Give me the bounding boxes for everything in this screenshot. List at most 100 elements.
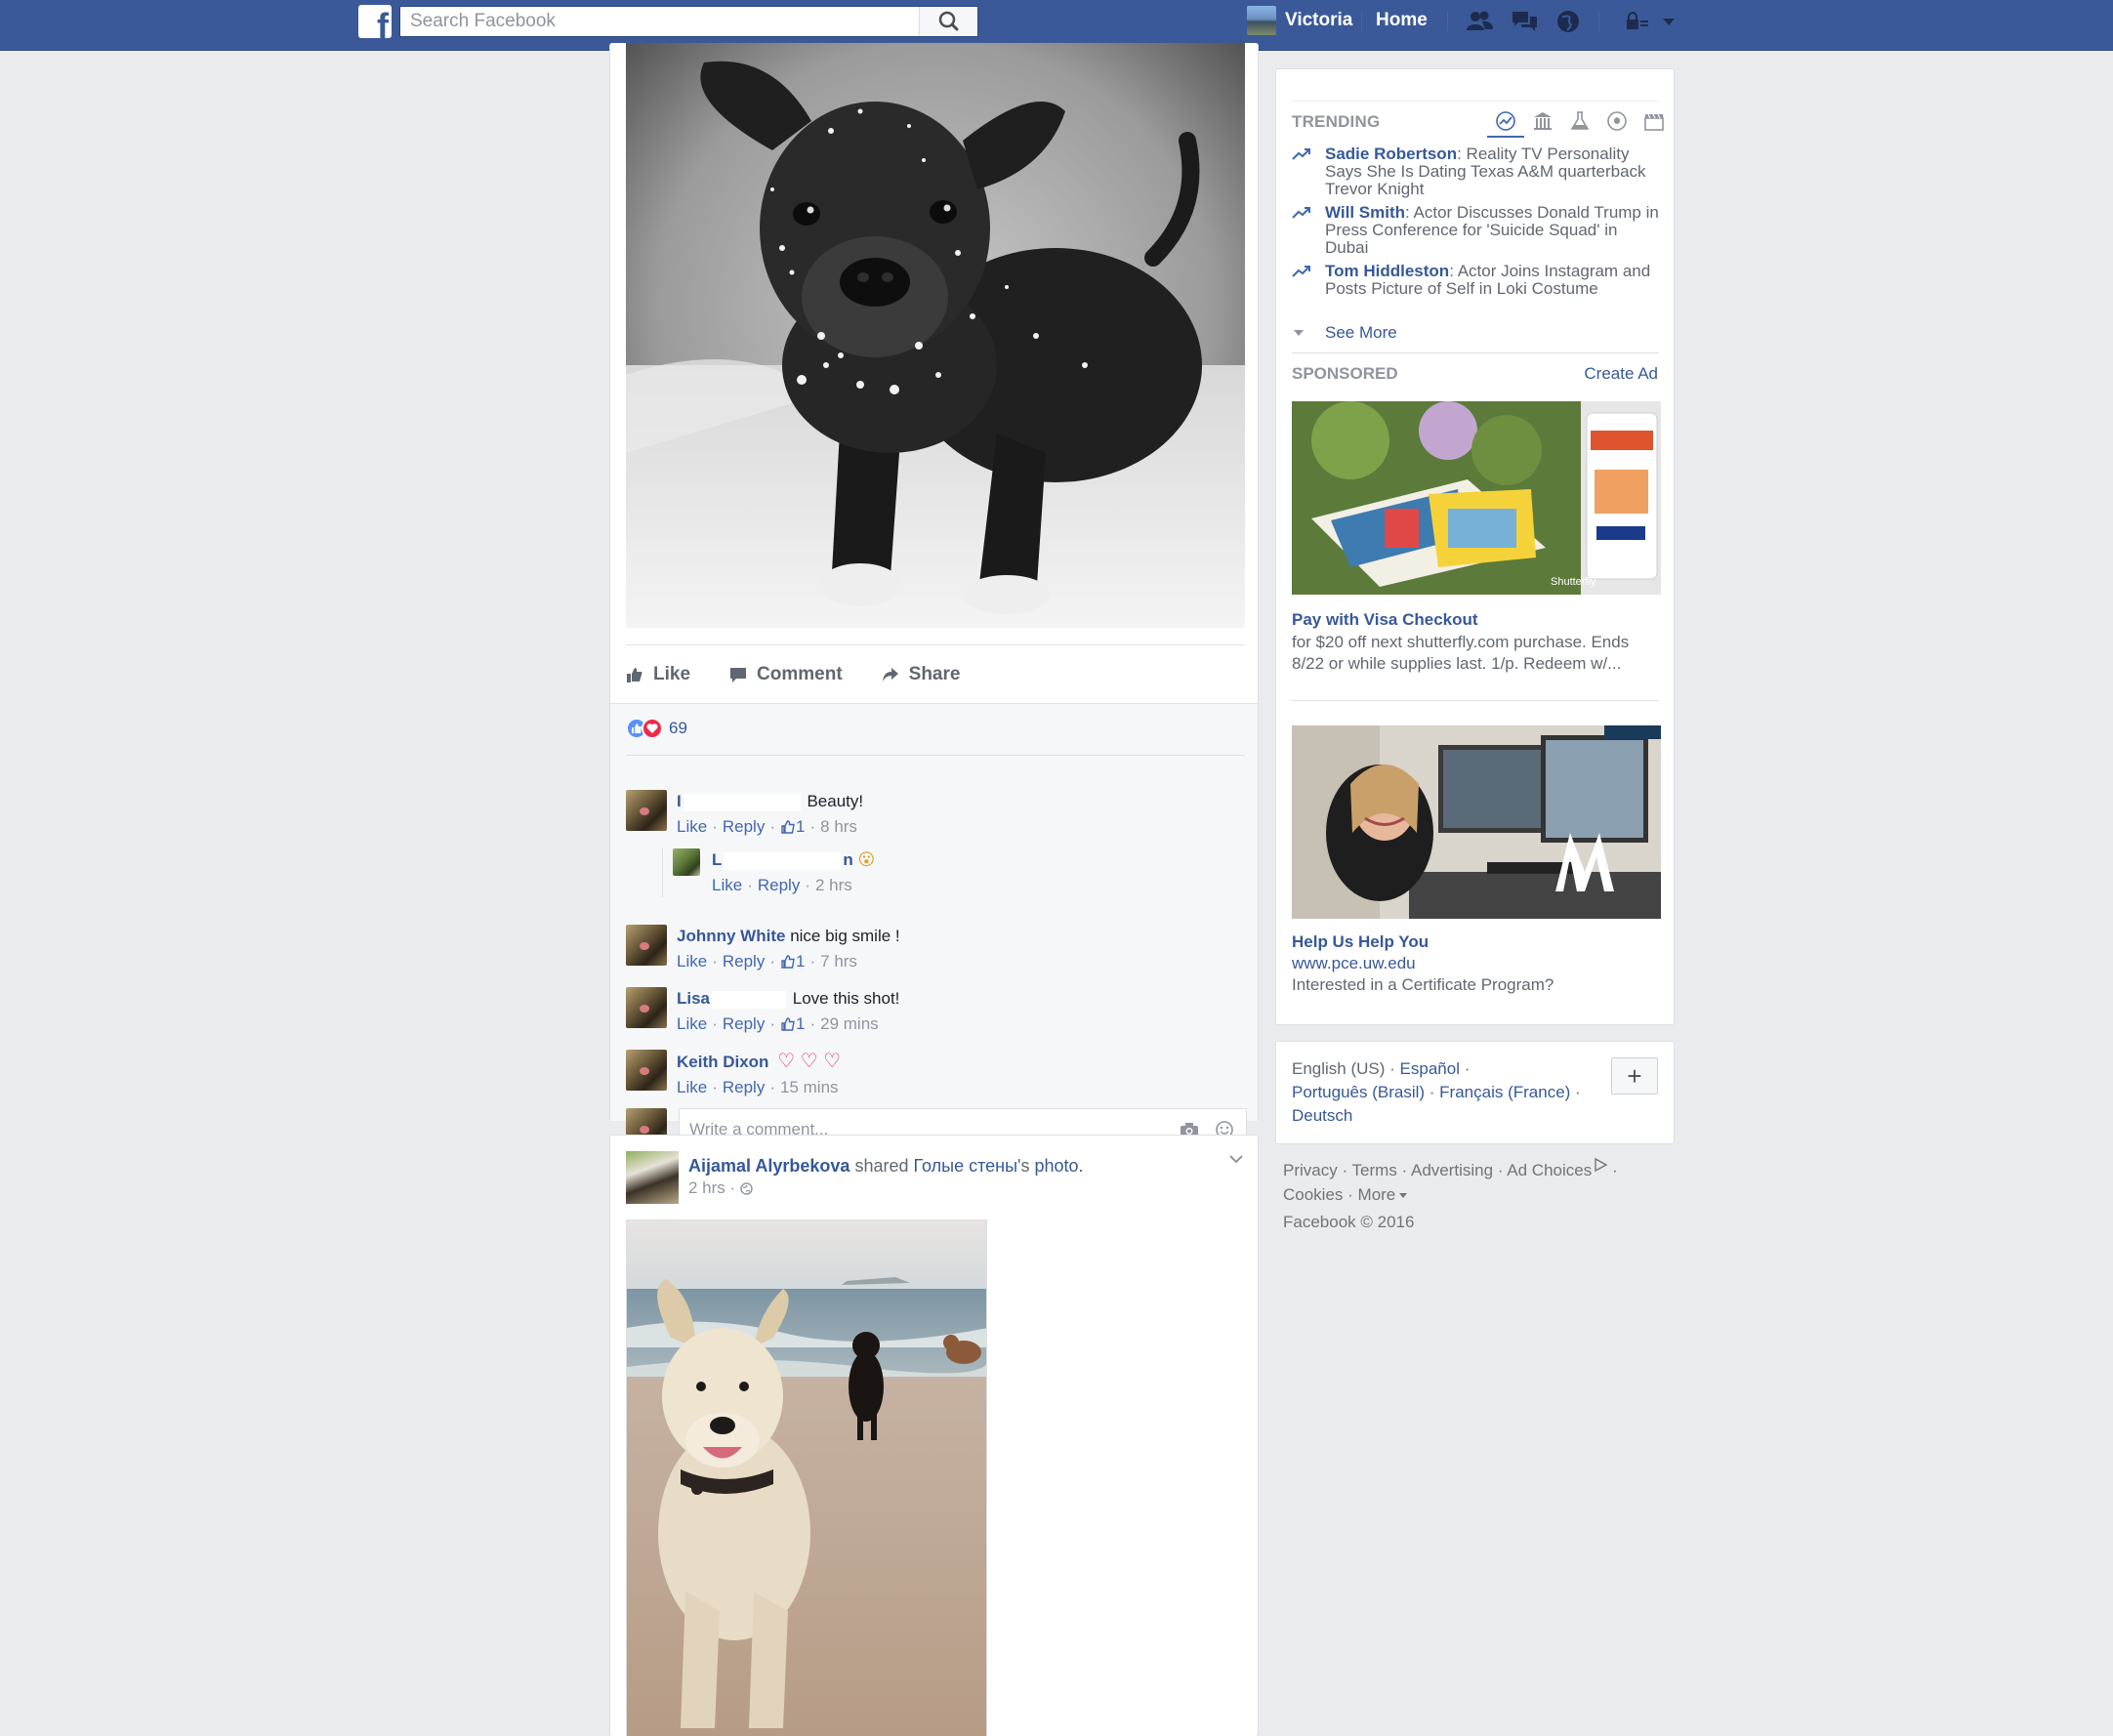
comment-like-link[interactable]: Like bbox=[677, 950, 707, 973]
ad-title[interactable]: Pay with Visa Checkout bbox=[1292, 610, 1478, 630]
friend-requests-icon[interactable] bbox=[1465, 9, 1494, 34]
thumbs-up-outline-icon bbox=[781, 955, 795, 969]
search-box bbox=[399, 6, 978, 37]
post-options-chevron-icon[interactable] bbox=[1228, 1153, 1244, 1165]
tab-top-trends[interactable] bbox=[1487, 110, 1524, 138]
reply-emoji: 😮 bbox=[857, 850, 876, 869]
reply-reply-link[interactable]: Reply bbox=[758, 874, 800, 897]
comment-meta: Like · Reply · 15 mins bbox=[677, 1076, 841, 1099]
more-languages-button[interactable]: + bbox=[1611, 1057, 1658, 1095]
tab-science[interactable] bbox=[1561, 110, 1598, 138]
facebook-logo[interactable]: f bbox=[358, 5, 392, 38]
shared-photo-link[interactable]: photo. bbox=[1035, 1156, 1084, 1176]
trending-topic-name[interactable]: Tom Hiddleston bbox=[1325, 262, 1449, 280]
share-button[interactable]: Share bbox=[882, 664, 960, 685]
comment-like-link[interactable]: Like bbox=[677, 815, 707, 839]
trending-item[interactable]: Tom Hiddleston: Actor Joins Instagram an… bbox=[1292, 263, 1659, 317]
trending-topic-name[interactable]: Sadie Robertson bbox=[1325, 145, 1457, 163]
footer-link-ad-choices[interactable]: Ad Choices bbox=[1507, 1161, 1592, 1179]
home-link[interactable]: Home bbox=[1376, 10, 1428, 31]
comment-like-link[interactable]: Like bbox=[677, 1013, 707, 1036]
ad-image-shutterfly[interactable]: Shutterfly bbox=[1292, 401, 1661, 595]
language-option[interactable]: Deutsch bbox=[1292, 1106, 1352, 1125]
commenter-name[interactable]: Lisa bbox=[677, 989, 710, 1008]
shared-word: shared bbox=[854, 1156, 909, 1176]
footer-link-cookies[interactable]: Cookies bbox=[1283, 1185, 1343, 1204]
comment-button[interactable]: Comment bbox=[729, 664, 843, 685]
comment-reply-link[interactable]: Reply bbox=[723, 950, 765, 973]
comment-time[interactable]: 29 mins bbox=[820, 1013, 879, 1036]
reaction-count: 69 bbox=[669, 719, 687, 737]
comment-time[interactable]: 7 hrs bbox=[820, 950, 857, 973]
tab-entertainment[interactable] bbox=[1636, 110, 1673, 138]
author-name[interactable]: Aijamal Alyrbekova bbox=[688, 1156, 849, 1176]
comment-reply-link[interactable]: Reply bbox=[723, 1013, 765, 1036]
profile-link[interactable]: Victoria bbox=[1247, 6, 1352, 35]
comment-meta: Like · Reply · 1 · 7 hrs bbox=[677, 950, 900, 973]
language-option[interactable]: Português (Brasil) bbox=[1292, 1083, 1425, 1101]
like-button[interactable]: Like bbox=[626, 664, 690, 685]
account-menu-chevron-icon[interactable] bbox=[1654, 9, 1683, 34]
comment-time[interactable]: 8 hrs bbox=[820, 815, 857, 839]
commenter-avatar[interactable] bbox=[626, 925, 667, 966]
soccer-ball-icon bbox=[1607, 111, 1627, 131]
footer-link-terms[interactable]: Terms bbox=[1352, 1161, 1397, 1179]
comment-icon bbox=[730, 667, 747, 682]
comment-reply-link[interactable]: Reply bbox=[723, 815, 765, 839]
search-button[interactable] bbox=[919, 7, 977, 36]
dog-photo-image bbox=[626, 43, 1245, 628]
trending-item[interactable]: Will Smith: Actor Discusses Donald Trump… bbox=[1292, 204, 1659, 259]
see-more-trending-link[interactable]: See More bbox=[1292, 323, 1397, 343]
post-photo-dog-in-snow[interactable] bbox=[626, 43, 1245, 628]
commenter-name[interactable]: Keith Dixon bbox=[677, 1053, 768, 1071]
create-ad-link[interactable]: Create Ad bbox=[1584, 364, 1658, 384]
comment-reply-link[interactable]: Reply bbox=[723, 1076, 765, 1099]
trending-category-tabs bbox=[1487, 110, 1673, 138]
public-globe-icon bbox=[740, 1181, 753, 1195]
search-input[interactable] bbox=[400, 7, 920, 36]
comment-time[interactable]: 15 mins bbox=[780, 1076, 839, 1099]
comment-text: nice big smile ! bbox=[790, 927, 900, 945]
trending-up-arrow-icon bbox=[1292, 266, 1310, 277]
ad-url[interactable]: www.pce.uw.edu bbox=[1292, 954, 1416, 973]
messages-icon[interactable] bbox=[1510, 9, 1539, 34]
post-timestamp[interactable]: 2 hrs · bbox=[688, 1178, 753, 1198]
shared-page-link[interactable]: Голые стены bbox=[914, 1156, 1018, 1176]
replier-name[interactable]: L bbox=[712, 850, 722, 869]
replier-avatar[interactable] bbox=[673, 848, 700, 876]
reply-time[interactable]: 2 hrs bbox=[815, 874, 852, 897]
language-option[interactable]: Español bbox=[1400, 1059, 1460, 1078]
reply-like-link[interactable]: Like bbox=[712, 874, 742, 897]
tab-politics[interactable] bbox=[1524, 110, 1561, 138]
comment-like-count[interactable]: 1 bbox=[780, 815, 805, 839]
comment-like-count[interactable]: 1 bbox=[780, 950, 805, 973]
privacy-shortcuts-icon[interactable] bbox=[1624, 9, 1653, 34]
commenter-name[interactable]: Johnny White bbox=[677, 927, 785, 945]
footer-link-more[interactable]: More bbox=[1358, 1185, 1396, 1204]
footer-link-privacy[interactable]: Privacy bbox=[1283, 1161, 1338, 1179]
commenter-avatar[interactable] bbox=[626, 987, 667, 1028]
divider bbox=[626, 755, 1245, 756]
notifications-globe-icon[interactable] bbox=[1554, 9, 1583, 34]
commenter-avatar[interactable] bbox=[626, 790, 667, 831]
flask-icon bbox=[1570, 111, 1590, 130]
author-avatar[interactable] bbox=[626, 1151, 679, 1204]
reactions-summary[interactable]: 69 bbox=[626, 718, 687, 739]
ad-image-uw[interactable] bbox=[1292, 725, 1661, 919]
footer-link-advertising[interactable]: Advertising bbox=[1411, 1161, 1493, 1179]
reply-meta: Like · Reply · 2 hrs bbox=[712, 874, 875, 897]
trending-topic-name[interactable]: Will Smith bbox=[1325, 203, 1405, 222]
nav-divider bbox=[1447, 12, 1448, 31]
commenter-name[interactable]: I bbox=[677, 792, 682, 810]
thumbs-up-outline-icon bbox=[781, 820, 795, 834]
language-option[interactable]: Français (France) bbox=[1439, 1083, 1570, 1101]
post-photo-dogs-on-beach[interactable] bbox=[626, 1219, 987, 1736]
commenter-avatar[interactable] bbox=[626, 1050, 667, 1091]
comment-like-count[interactable]: 1 bbox=[780, 1013, 805, 1036]
comment-item: Johnny White nice big smile ! Like · Repl… bbox=[626, 925, 1241, 973]
tab-sports[interactable] bbox=[1598, 110, 1636, 138]
comment-like-link[interactable]: Like bbox=[677, 1076, 707, 1099]
nav-divider bbox=[1361, 12, 1362, 31]
ad-title[interactable]: Help Us Help You bbox=[1292, 932, 1429, 952]
trending-item[interactable]: Sadie Robertson: Reality TV Personality … bbox=[1292, 145, 1659, 200]
